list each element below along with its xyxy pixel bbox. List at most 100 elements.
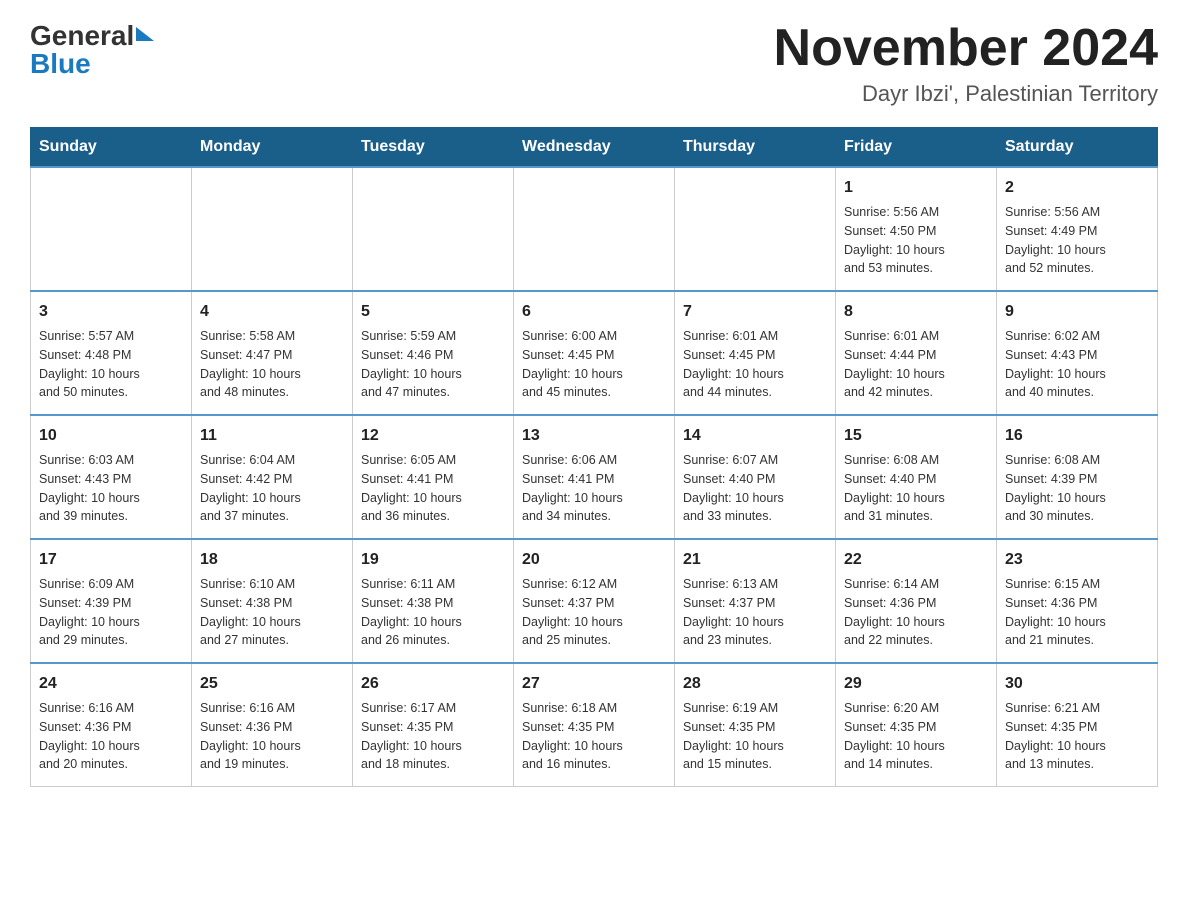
- weekday-header-thursday: Thursday: [675, 128, 836, 168]
- day-info: Sunrise: 5:56 AMSunset: 4:49 PMDaylight:…: [1005, 203, 1149, 278]
- day-info: Sunrise: 6:10 AMSunset: 4:38 PMDaylight:…: [200, 575, 344, 650]
- day-info: Sunrise: 5:58 AMSunset: 4:47 PMDaylight:…: [200, 327, 344, 402]
- day-info: Sunrise: 5:56 AMSunset: 4:50 PMDaylight:…: [844, 203, 988, 278]
- day-number: 19: [361, 548, 505, 572]
- day-number: 10: [39, 424, 183, 448]
- calendar-cell: 9 Sunrise: 6:02 AMSunset: 4:43 PMDaylight…: [997, 291, 1158, 415]
- day-number: 7: [683, 300, 827, 324]
- calendar-cell: 29 Sunrise: 6:20 AMSunset: 4:35 PMDayligh…: [836, 663, 997, 787]
- calendar-cell: 4Sunrise: 5:58 AMSunset: 4:47 PMDaylight…: [192, 291, 353, 415]
- day-info: Sunrise: 6:18 AMSunset: 4:35 PMDaylight:…: [522, 699, 666, 774]
- day-number: 30: [1005, 672, 1149, 696]
- day-info: Sunrise: 6:09 AMSunset: 4:39 PMDaylight:…: [39, 575, 183, 650]
- day-number: 21: [683, 548, 827, 572]
- calendar-cell: 6Sunrise: 6:00 AMSunset: 4:45 PMDaylight…: [514, 291, 675, 415]
- calendar-cell: 10 Sunrise: 6:03 AMSunset: 4:43 PMDayligh…: [31, 415, 192, 539]
- day-info: Sunrise: 6:20 AMSunset: 4:35 PMDaylight:…: [844, 699, 988, 774]
- day-number: 22: [844, 548, 988, 572]
- day-info: Sunrise: 6:17 AMSunset: 4:35 PMDaylight:…: [361, 699, 505, 774]
- day-info: Sunrise: 6:01 AMSunset: 4:45 PMDaylight:…: [683, 327, 827, 402]
- day-number: 2: [1005, 176, 1149, 200]
- day-info: Sunrise: 6:11 AMSunset: 4:38 PMDaylight:…: [361, 575, 505, 650]
- calendar-cell: 27 Sunrise: 6:18 AMSunset: 4:35 PMDayligh…: [514, 663, 675, 787]
- calendar-cell: 30 Sunrise: 6:21 AMSunset: 4:35 PMDayligh…: [997, 663, 1158, 787]
- calendar-header: SundayMondayTuesdayWednesdayThursdayFrid…: [31, 128, 1158, 168]
- day-info: Sunrise: 6:21 AMSunset: 4:35 PMDaylight:…: [1005, 699, 1149, 774]
- day-info: Sunrise: 6:14 AMSunset: 4:36 PMDaylight:…: [844, 575, 988, 650]
- calendar-cell: 16 Sunrise: 6:08 AMSunset: 4:39 PMDayligh…: [997, 415, 1158, 539]
- day-number: 24: [39, 672, 183, 696]
- calendar-cell: 26 Sunrise: 6:17 AMSunset: 4:35 PMDayligh…: [353, 663, 514, 787]
- day-number: 3: [39, 300, 183, 324]
- calendar-cell: 3 Sunrise: 5:57 AMSunset: 4:48 PMDaylight…: [31, 291, 192, 415]
- day-number: 9: [1005, 300, 1149, 324]
- day-info: Sunrise: 6:19 AMSunset: 4:35 PMDaylight:…: [683, 699, 827, 774]
- day-info: Sunrise: 6:15 AMSunset: 4:36 PMDaylight:…: [1005, 575, 1149, 650]
- day-number: 25: [200, 672, 344, 696]
- page-header: General Blue November 2024 Dayr Ibzi', P…: [30, 20, 1158, 107]
- day-number: 14: [683, 424, 827, 448]
- weekday-header-monday: Monday: [192, 128, 353, 168]
- calendar-cell: 15Sunrise: 6:08 AMSunset: 4:40 PMDayligh…: [836, 415, 997, 539]
- day-number: 20: [522, 548, 666, 572]
- day-number: 29: [844, 672, 988, 696]
- weekday-header-wednesday: Wednesday: [514, 128, 675, 168]
- weekday-header-row: SundayMondayTuesdayWednesdayThursdayFrid…: [31, 128, 1158, 168]
- calendar-cell: 8 Sunrise: 6:01 AMSunset: 4:44 PMDaylight…: [836, 291, 997, 415]
- weekday-header-tuesday: Tuesday: [353, 128, 514, 168]
- calendar-cell: 25 Sunrise: 6:16 AMSunset: 4:36 PMDayligh…: [192, 663, 353, 787]
- calendar-cell: [353, 167, 514, 291]
- calendar-week-1: 1 Sunrise: 5:56 AMSunset: 4:50 PMDaylight…: [31, 167, 1158, 291]
- calendar-cell: 2 Sunrise: 5:56 AMSunset: 4:49 PMDaylight…: [997, 167, 1158, 291]
- calendar-cell: 19 Sunrise: 6:11 AMSunset: 4:38 PMDayligh…: [353, 539, 514, 663]
- calendar-cell: 13 Sunrise: 6:06 AMSunset: 4:41 PMDayligh…: [514, 415, 675, 539]
- day-number: 1: [844, 176, 988, 200]
- day-info: Sunrise: 6:08 AMSunset: 4:40 PMDaylight:…: [844, 451, 988, 526]
- month-year-title: November 2024: [774, 20, 1158, 77]
- day-number: 6: [522, 300, 666, 324]
- day-info: Sunrise: 6:08 AMSunset: 4:39 PMDaylight:…: [1005, 451, 1149, 526]
- title-section: November 2024 Dayr Ibzi', Palestinian Te…: [774, 20, 1158, 107]
- calendar-cell: 17 Sunrise: 6:09 AMSunset: 4:39 PMDayligh…: [31, 539, 192, 663]
- calendar-cell: 24 Sunrise: 6:16 AMSunset: 4:36 PMDayligh…: [31, 663, 192, 787]
- day-info: Sunrise: 6:03 AMSunset: 4:43 PMDaylight:…: [39, 451, 183, 526]
- calendar-week-5: 24 Sunrise: 6:16 AMSunset: 4:36 PMDayligh…: [31, 663, 1158, 787]
- day-info: Sunrise: 6:01 AMSunset: 4:44 PMDaylight:…: [844, 327, 988, 402]
- calendar-cell: 21Sunrise: 6:13 AMSunset: 4:37 PMDayligh…: [675, 539, 836, 663]
- logo-arrow-icon: [136, 27, 154, 41]
- day-number: 26: [361, 672, 505, 696]
- day-number: 13: [522, 424, 666, 448]
- day-number: 8: [844, 300, 988, 324]
- day-info: Sunrise: 5:59 AMSunset: 4:46 PMDaylight:…: [361, 327, 505, 402]
- day-info: Sunrise: 6:02 AMSunset: 4:43 PMDaylight:…: [1005, 327, 1149, 402]
- weekday-header-friday: Friday: [836, 128, 997, 168]
- day-number: 16: [1005, 424, 1149, 448]
- day-number: 11: [200, 424, 344, 448]
- calendar-cell: 23Sunrise: 6:15 AMSunset: 4:36 PMDayligh…: [997, 539, 1158, 663]
- day-number: 28: [683, 672, 827, 696]
- calendar-week-3: 10 Sunrise: 6:03 AMSunset: 4:43 PMDayligh…: [31, 415, 1158, 539]
- weekday-header-sunday: Sunday: [31, 128, 192, 168]
- calendar-cell: [514, 167, 675, 291]
- calendar-cell: 28 Sunrise: 6:19 AMSunset: 4:35 PMDayligh…: [675, 663, 836, 787]
- calendar-body: 1 Sunrise: 5:56 AMSunset: 4:50 PMDaylight…: [31, 167, 1158, 787]
- calendar-cell: [192, 167, 353, 291]
- logo-blue-text: Blue: [30, 48, 91, 80]
- day-info: Sunrise: 5:57 AMSunset: 4:48 PMDaylight:…: [39, 327, 183, 402]
- calendar-cell: 1 Sunrise: 5:56 AMSunset: 4:50 PMDaylight…: [836, 167, 997, 291]
- location-subtitle: Dayr Ibzi', Palestinian Territory: [774, 81, 1158, 107]
- calendar-week-4: 17 Sunrise: 6:09 AMSunset: 4:39 PMDayligh…: [31, 539, 1158, 663]
- day-number: 17: [39, 548, 183, 572]
- day-info: Sunrise: 6:06 AMSunset: 4:41 PMDaylight:…: [522, 451, 666, 526]
- day-info: Sunrise: 6:16 AMSunset: 4:36 PMDaylight:…: [39, 699, 183, 774]
- day-number: 27: [522, 672, 666, 696]
- calendar-cell: 14 Sunrise: 6:07 AMSunset: 4:40 PMDayligh…: [675, 415, 836, 539]
- day-info: Sunrise: 6:16 AMSunset: 4:36 PMDaylight:…: [200, 699, 344, 774]
- calendar-cell: 22 Sunrise: 6:14 AMSunset: 4:36 PMDayligh…: [836, 539, 997, 663]
- day-info: Sunrise: 6:05 AMSunset: 4:41 PMDaylight:…: [361, 451, 505, 526]
- day-number: 12: [361, 424, 505, 448]
- calendar-cell: 18Sunrise: 6:10 AMSunset: 4:38 PMDayligh…: [192, 539, 353, 663]
- calendar-week-2: 3 Sunrise: 5:57 AMSunset: 4:48 PMDaylight…: [31, 291, 1158, 415]
- day-info: Sunrise: 6:07 AMSunset: 4:40 PMDaylight:…: [683, 451, 827, 526]
- calendar-cell: 20Sunrise: 6:12 AMSunset: 4:37 PMDayligh…: [514, 539, 675, 663]
